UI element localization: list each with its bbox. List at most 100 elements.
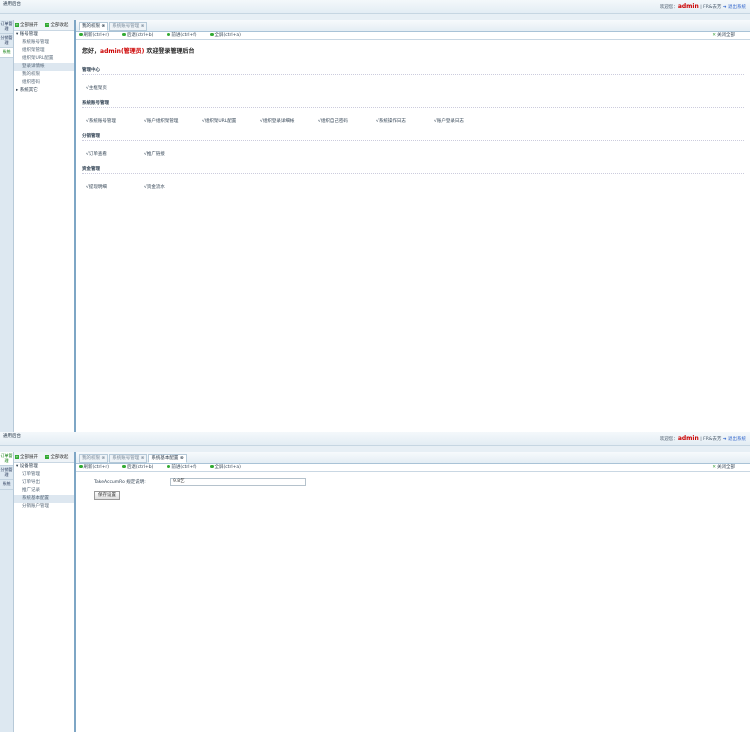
section-items: √提现明细 √资金流水 (82, 174, 744, 194)
permission-link[interactable]: √账户组织架管理 (144, 118, 202, 124)
back-button[interactable]: 后退(ctrl+b) (122, 32, 159, 38)
sidebar: + 全部展开 − 全部收起 ▾ 设备管理 订单管理 订单导出 推广记录 系统基本配置 分销账户… (14, 452, 76, 732)
tree-group[interactable]: ▸ 系统其它 (14, 87, 74, 95)
permission-sections: 管理中心 √主框架页 系统账号管理 √系统账号管理 √账户组织架管理 √组织架URL配置 √… (82, 67, 744, 194)
toolbar: 刷新(ctrl+r) 后退(ctrl+b) 前进(ctrl+f) 全屏(ctrl… (76, 32, 750, 40)
config-form: TakeAccumRo 规定说明: 9.8乞 保存设置 (76, 472, 750, 500)
tree-item[interactable]: 订单管理 (14, 471, 74, 479)
permission-link[interactable]: √订单查看 (86, 151, 144, 157)
expand-all-label: 全部展开 (20, 455, 38, 460)
user-links[interactable]: | FR&去芳 (700, 437, 721, 442)
config-input[interactable]: 9.8乞 (170, 478, 306, 486)
close-all-button[interactable]: ✕关闭全部 (712, 32, 741, 40)
welcome-text: 您好， (82, 48, 101, 55)
username: admin (677, 435, 699, 442)
toolbar: 刷新(ctrl+r) 后退(ctrl+b) 前进(ctrl+f) 全屏(ctrl… (76, 464, 750, 472)
tab-system-accounts[interactable]: 系统账号管理 ⊗ (109, 22, 148, 31)
tree-group[interactable]: ▾ 设备管理 (14, 463, 74, 471)
refresh-icon (79, 32, 83, 37)
page-tabs: 我的权限 ⊗ 系统账号管理 ⊗ (76, 20, 750, 32)
vtab-orders[interactable]: 订单管理 (0, 20, 13, 35)
logout-link[interactable]: ➜ 退出系统 (723, 5, 746, 10)
vtab-orders[interactable]: 订单管理 (0, 452, 13, 467)
header-bar: 通用后台 欢迎您：admin | FR&去芳 ➜ 退出系统 (0, 0, 750, 14)
section-items: √系统账号管理 √账户组织架管理 √组织架URL配置 √组织登录详细帐 √组织自己密码 √… (82, 108, 744, 128)
vtab-system[interactable]: 系统 (0, 480, 13, 490)
permission-link[interactable]: √组织登录详细帐 (260, 118, 318, 124)
tree-item[interactable]: 订单导出 (14, 479, 74, 487)
main-panel: 我的权限 ⊗ 系统账号管理 ⊗ 刷新(ctrl+r) 后退(ctrl+b) 前进(… (76, 20, 750, 432)
vtab-distribution[interactable]: 分销管理 (0, 466, 13, 481)
forward-button[interactable]: 前进(ctrl+f) (166, 32, 203, 38)
permission-link[interactable]: √账户登录日志 (434, 118, 492, 124)
tab-system-config[interactable]: 系统基本配置 ⊗ (148, 454, 187, 463)
permission-link[interactable]: √推广链接 (144, 151, 202, 157)
screenshot-top: 通用后台 欢迎您：admin | FR&去芳 ➜ 退出系统 订单管理 分销管理 … (0, 0, 750, 432)
permission-link[interactable]: √资金流水 (144, 184, 202, 190)
collapse-all-label: 全部收起 (50, 455, 69, 460)
minus-icon: − (45, 454, 50, 459)
welcome-message: 您好，admin(管理员) 欢迎登录管理后台 (82, 46, 744, 55)
vertical-nav: 订单管理 分销管理 系统 (0, 452, 14, 732)
logout-link[interactable]: ➜ 退出系统 (723, 437, 746, 442)
minus-icon: − (45, 22, 50, 27)
welcome-suffix: 欢迎登录管理后台 (146, 48, 195, 55)
tab-my-permissions[interactable]: 我的权限 ⊗ (79, 22, 109, 31)
refresh-button[interactable]: 刷新(ctrl+r) (79, 464, 115, 470)
tree-item[interactable]: 组织架URL配置 (14, 55, 74, 63)
tab-system-accounts[interactable]: 系统账号管理 ⊗ (109, 454, 148, 463)
tree-item[interactable]: 我的权限 (14, 71, 74, 79)
collapse-all-button[interactable]: − 全部收起 (45, 454, 71, 460)
fullscreen-icon (210, 464, 214, 469)
permission-link[interactable]: √系统账号管理 (86, 118, 144, 124)
tree-item[interactable]: 推广记录 (14, 487, 74, 495)
expand-all-button[interactable]: + 全部展开 (15, 454, 41, 460)
welcome-user: admin(管理员) (100, 48, 145, 55)
back-icon (122, 32, 126, 37)
page-tabs: 我的权限 ⊗ 系统账号管理 ⊗ 系统基本配置 ⊗ (76, 452, 750, 464)
welcome-prefix: 欢迎您： (659, 5, 678, 10)
plus-icon: + (15, 22, 19, 27)
vtab-distribution[interactable]: 分销管理 (0, 34, 13, 49)
config-label: TakeAccumRo 规定说明: (94, 480, 146, 485)
tree-group[interactable]: ▾ 账号管理 (14, 31, 74, 39)
main-panel: 我的权限 ⊗ 系统账号管理 ⊗ 系统基本配置 ⊗ 刷新(ctrl+r) 后退(ctr… (76, 452, 750, 732)
collapse-all-button[interactable]: − 全部收起 (45, 22, 71, 28)
expand-all-button[interactable]: + 全部展开 (15, 22, 41, 28)
fullscreen-button[interactable]: 全屏(ctrl+a) (210, 32, 247, 38)
user-area: 欢迎您：admin | FR&去芳 ➜ 退出系统 (660, 435, 746, 442)
user-area: 欢迎您：admin | FR&去芳 ➜ 退出系统 (660, 3, 746, 10)
refresh-button[interactable]: 刷新(ctrl+r) (79, 32, 115, 38)
section-title: 资金管理 (82, 166, 744, 174)
tree-item[interactable]: 系统基本配置 (14, 495, 74, 503)
section-title: 系统账号管理 (82, 100, 744, 108)
close-all-label: 关闭全部 (717, 33, 735, 38)
collapse-all-label: 全部收起 (50, 23, 69, 28)
permission-link[interactable]: √组织自己密码 (318, 118, 376, 124)
section-title: 分销管理 (82, 133, 744, 141)
permission-link[interactable]: √组织架URL配置 (202, 118, 260, 124)
permission-link[interactable]: √提现明细 (86, 184, 144, 190)
section-items: √订单查看 √推广链接 (82, 141, 744, 161)
back-label: 后退(ctrl+b) (126, 465, 154, 470)
tab-my-permissions[interactable]: 我的权限 ⊗ (79, 454, 109, 463)
tree-item[interactable]: 系统账号管理 (14, 39, 74, 47)
user-links[interactable]: | FR&去芳 (700, 5, 721, 10)
vtab-system[interactable]: 系统 (0, 48, 13, 58)
sidebar-buttons: + 全部展开 − 全部收起 (14, 20, 74, 31)
tree-item[interactable]: 分销账户管理 (14, 503, 74, 511)
tree-item[interactable]: 登录详情帐 (14, 63, 74, 71)
save-settings-button[interactable]: 保存设置 (94, 491, 120, 500)
permission-link[interactable]: √系统操作日志 (376, 118, 434, 124)
refresh-label: 刷新(ctrl+r) (83, 465, 109, 470)
fullscreen-button[interactable]: 全屏(ctrl+a) (210, 464, 247, 470)
app-title: 通用后台 (3, 434, 21, 439)
tree-item[interactable]: 组织架管理 (14, 47, 74, 55)
back-button[interactable]: 后退(ctrl+b) (122, 464, 159, 470)
permission-link[interactable]: √主框架页 (86, 85, 144, 91)
forward-button[interactable]: 前进(ctrl+f) (166, 464, 203, 470)
close-all-button[interactable]: ✕关闭全部 (712, 464, 741, 472)
back-icon (122, 464, 126, 469)
tree-item[interactable]: 组织密码 (14, 79, 74, 87)
header-bar: 通用后台 欢迎您：admin | FR&去芳 ➜ 退出系统 (0, 432, 750, 446)
